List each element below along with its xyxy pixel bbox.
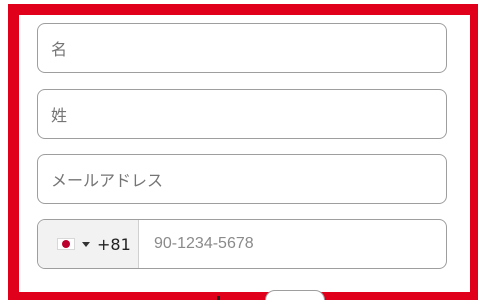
last-name-placeholder: 姓 (51, 106, 68, 125)
phone-input[interactable] (139, 220, 446, 268)
jp-flag-icon (57, 238, 75, 250)
phone-field[interactable]: +81 (37, 219, 447, 269)
last-name-field[interactable]: 姓 (37, 89, 447, 139)
partial-bottom-button[interactable] (265, 290, 325, 300)
chevron-down-icon (82, 241, 90, 247)
dial-code: +81 (97, 234, 131, 254)
signup-form-page: 名 姓 メールアドレス +81 (0, 0, 478, 300)
first-name-field[interactable]: 名 (37, 23, 447, 73)
partial-control-mark (217, 296, 220, 300)
flag-circle (62, 240, 70, 248)
email-placeholder: メールアドレス (51, 171, 164, 190)
country-code-select[interactable]: +81 (38, 220, 139, 268)
first-name-placeholder: 名 (51, 40, 68, 59)
email-field[interactable]: メールアドレス (37, 154, 447, 204)
